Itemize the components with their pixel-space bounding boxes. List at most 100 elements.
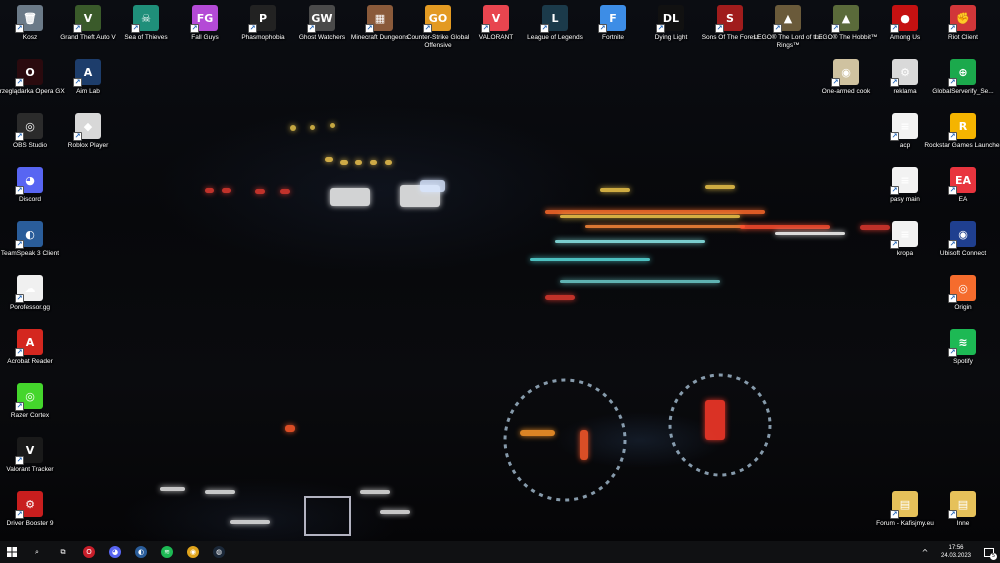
desktop-icon-csgo[interactable]: GO ↗ Counter-Strike Global Offensive <box>407 3 469 57</box>
taskbar-ts-button[interactable]: ◐ <box>128 541 154 563</box>
taskbar-icon-glyph: ⧉ <box>60 547 66 556</box>
shortcut-arrow-icon: ↗ <box>715 24 724 33</box>
taskbar-chrome-button[interactable]: ◉ <box>180 541 206 563</box>
desktop-icon-acrobat[interactable]: A ↗ Acrobat Reader <box>1 327 59 381</box>
shortcut-arrow-icon: ↗ <box>948 78 957 87</box>
desktop-icon-porofessor[interactable]: ☁ ↗ Porofessor.gg <box>1 273 59 327</box>
desktop-icon-gta[interactable]: V ↗ Grand Theft Auto V <box>59 3 117 57</box>
icon-glyph: ⚙ <box>900 65 910 79</box>
minecraft-dungeons-icon: ▦ ↗ <box>365 5 393 33</box>
shortcut-arrow-icon: ↗ <box>831 78 840 87</box>
desktop-icon-origin[interactable]: ◎ ↗ Origin <box>934 273 992 327</box>
notification-center-button[interactable]: 5 <box>978 541 1000 563</box>
teamspeak-icon: ◐ <box>135 546 147 558</box>
desktop-icon-razer[interactable]: ◎ ↗ Razer Cortex <box>1 381 59 435</box>
desktop-icon-valorant[interactable]: V ↗ VALORANT <box>467 3 525 57</box>
riot-client-icon: ✊ ↗ <box>948 5 976 33</box>
desktop-icon-label: Valorant Tracker <box>6 466 54 473</box>
desktop-icon-label: TeamSpeak 3 Client <box>0 250 60 257</box>
desktop-icon-rockstar[interactable]: R ↗ Rockstar Games Launcher <box>924 111 1000 165</box>
icon-glyph: ◉ <box>841 65 851 79</box>
icon-glyph: F <box>609 11 617 25</box>
desktop-icon-sot[interactable]: ☠ ↗ Sea of Thieves <box>117 3 175 57</box>
desktop-icon-valtracker[interactable]: V ↗ Valorant Tracker <box>1 435 59 489</box>
forum-folder-icon: ▤ ↗ <box>890 491 918 519</box>
icon-glyph: EA <box>954 173 972 187</box>
desktop-icon-onearmed[interactable]: ◉ ↗ One-armed cook <box>817 57 875 111</box>
desktop-icon-lotr[interactable]: ▲ ↗ LEGO® The Lord of the Rings™ <box>754 3 822 57</box>
shortcut-arrow-icon: ↗ <box>890 510 899 519</box>
desktop-icon-acp[interactable]: ≡ ↗ acp <box>876 111 934 165</box>
taskbar-spotify-button[interactable]: ≋ <box>154 541 180 563</box>
desktop-icon-driverbooster[interactable]: ⚙ ↗ Driver Booster 9 <box>1 489 59 541</box>
desktop-icon-aimlab[interactable]: A ↗ Aim Lab <box>59 57 117 111</box>
lego-lotr-icon: ▲ ↗ <box>773 5 801 33</box>
icon-glyph: ◐ <box>25 227 35 241</box>
desktop-icon-dying[interactable]: DL ↗ Dying Light <box>642 3 700 57</box>
icon-glyph: ◎ <box>958 281 968 295</box>
desktop-icon-label: Rockstar Games Launcher <box>924 142 1000 149</box>
taskbar-opera-button[interactable]: O <box>76 541 102 563</box>
desktop-icon-hobbit[interactable]: ▲ ↗ LEGO® The Hobbit™ <box>815 3 877 57</box>
desktop-icon-ghost[interactable]: GW ↗ Ghost Watchers <box>293 3 351 57</box>
icon-glyph: ≋ <box>958 335 968 349</box>
desktop-icon-reklama[interactable]: ⚙ ↗ reklama <box>876 57 934 111</box>
shortcut-arrow-icon: ↗ <box>831 24 840 33</box>
desktop-icon-fallguys[interactable]: FG ↗ Fall Guys <box>176 3 234 57</box>
desktop-icon-phasmo[interactable]: P ↗ Phasmophobia <box>234 3 292 57</box>
chrome-icon: ◉ <box>187 546 199 558</box>
league-of-legends-icon: L ↗ <box>540 5 568 33</box>
show-hidden-icons-button[interactable]: ^ <box>916 541 934 563</box>
desktop-icon-forum[interactable]: ▤ ↗ Forum - Kafisjmy.eu <box>876 489 934 541</box>
desktop-icon-ubisoft[interactable]: ◉ ↗ Ubisoft Connect <box>934 219 992 273</box>
desktop-icon-ea[interactable]: EA ↗ EA <box>934 165 992 219</box>
taskbar-taskview-button[interactable]: ⧉ <box>50 541 76 563</box>
taskbar-search-button[interactable]: ⌕ <box>24 541 50 563</box>
desktop-icon-label: Inne <box>956 520 970 527</box>
sea-of-thieves-icon: ☠ ↗ <box>131 5 159 33</box>
desktop-icon-kosz[interactable]: 🗑 ↗ Kosz <box>1 3 59 57</box>
task-view-icon: ⧉ <box>57 546 69 558</box>
globalserverify-icon: ⊕ ↗ <box>948 59 976 87</box>
dying-light-icon: DL ↗ <box>656 5 684 33</box>
razer-cortex-icon: ◎ ↗ <box>15 383 43 411</box>
desktop-icon-gss[interactable]: ⊕ ↗ GlobalServerify_Se... <box>932 57 994 111</box>
discord-icon: ◕ ↗ <box>15 167 43 195</box>
desktop-icon-kropa[interactable]: ≡ ↗ kropa <box>876 219 934 273</box>
shortcut-arrow-icon: ↗ <box>773 24 782 33</box>
clock[interactable]: 17:56 24.03.2023 <box>934 544 978 560</box>
icon-glyph: ☁ <box>24 281 36 295</box>
taskbar: ⌕ ⧉ O ◕ ◐ ≋ ◉ ◍ ^ 17:56 24.03.2023 5 <box>0 541 1000 563</box>
shortcut-arrow-icon: ↗ <box>15 294 24 303</box>
one-armed-cook-icon: ◉ ↗ <box>831 59 859 87</box>
icon-glyph: ≡ <box>900 119 910 133</box>
system-tray: ^ 17:56 24.03.2023 5 <box>916 541 1000 563</box>
discord-icon: ◕ <box>109 546 121 558</box>
desktop-icon-discord[interactable]: ◕ ↗ Discord <box>1 165 59 219</box>
icon-glyph: ◎ <box>25 389 35 403</box>
desktop-icon-amongus[interactable]: ● ↗ Among Us <box>876 3 934 57</box>
icon-glyph: ◆ <box>83 119 93 133</box>
desktop-icon-fortnite[interactable]: F ↗ Fortnite <box>584 3 642 57</box>
desktop-icon-lol[interactable]: L ↗ League of Legends <box>526 3 584 57</box>
desktop-icon-pasy[interactable]: ≡ ↗ pasy main <box>876 165 934 219</box>
desktop-icon-obs[interactable]: ◎ ↗ OBS Studio <box>1 111 59 165</box>
acp-file-icon: ≡ ↗ <box>890 113 918 141</box>
taskbar-steam-button[interactable]: ◍ <box>206 541 232 563</box>
icon-glyph: O <box>25 65 35 79</box>
taskbar-discord-button[interactable]: ◕ <box>102 541 128 563</box>
icon-glyph: ☠ <box>141 11 151 25</box>
desktop-icon-ts3[interactable]: ◐ ↗ TeamSpeak 3 Client <box>1 219 59 273</box>
valorant-icon: V ↗ <box>481 5 509 33</box>
ea-icon: EA ↗ <box>948 167 976 195</box>
shortcut-arrow-icon: ↗ <box>948 348 957 357</box>
reklama-file-icon: ⚙ ↗ <box>890 59 918 87</box>
desktop-icon-spotify[interactable]: ≋ ↗ Spotify <box>934 327 992 381</box>
desktop-icon-roblox[interactable]: ◆ ↗ Roblox Player <box>59 111 117 165</box>
desktop-icon-riot[interactable]: ✊ ↗ Riot Client <box>934 3 992 57</box>
start-button[interactable] <box>0 541 24 563</box>
desktop-icon-inne[interactable]: ▤ ↗ Inne <box>934 489 992 541</box>
rockstar-launcher-icon: R ↗ <box>948 113 976 141</box>
desktop-icon-opera[interactable]: O ↗ Przeglądarka Opera GX <box>0 57 65 111</box>
shortcut-arrow-icon: ↗ <box>15 240 24 249</box>
